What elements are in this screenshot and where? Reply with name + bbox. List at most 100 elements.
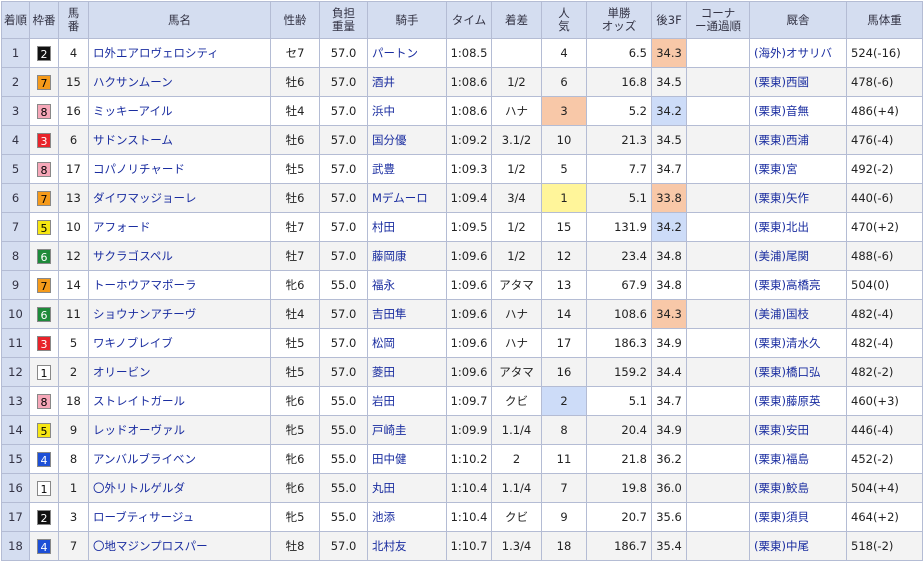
jockey-link[interactable]: 吉田隼 — [372, 307, 407, 321]
rank-cell: 12 — [1, 357, 30, 387]
trainer-cell: (栗東)清水久 — [749, 328, 847, 358]
trainer-link[interactable]: (栗東)福島 — [754, 452, 809, 466]
trainer-link[interactable]: (栗東)安田 — [754, 423, 809, 437]
trainer-link[interactable]: (栗東)北出 — [754, 220, 809, 234]
horse-name-link[interactable]: サクラゴスペル — [93, 249, 173, 263]
margin-cell — [491, 38, 542, 68]
trainer-link[interactable]: (栗東)橋口弘 — [754, 365, 820, 379]
horse-name-link[interactable]: ショウナンアチーヴ — [93, 307, 196, 321]
horse-name-link[interactable]: ローブティサージュ — [93, 510, 194, 524]
jockey-link[interactable]: 浜中 — [372, 104, 395, 118]
jockey-link[interactable]: 村田 — [372, 220, 395, 234]
rank-cell: 15 — [1, 444, 30, 474]
header-last3f: 後3F — [651, 1, 687, 39]
trainer-link[interactable]: (栗東)藤原英 — [754, 394, 820, 408]
trainer-link[interactable]: (栗東)鮫島 — [754, 481, 809, 495]
horse-name-link[interactable]: コパノリチャード — [93, 162, 185, 176]
jockey-link[interactable]: 岩田 — [372, 394, 395, 408]
header-weight: 負担 重量 — [319, 1, 368, 39]
jockey-link[interactable]: 藤岡康 — [372, 249, 407, 263]
table-header-row: 着順 枠番 馬番 馬名 性齢 負担 重量 騎手 タイム 着差 人気 単勝 オッズ 後… — [1, 1, 923, 39]
header-odds: 単勝 オッズ — [586, 1, 652, 39]
jockey-link[interactable]: 福永 — [372, 278, 395, 292]
trainer-link[interactable]: (栗東)矢作 — [754, 191, 809, 205]
trainer-link[interactable]: (栗東)清水久 — [754, 336, 820, 350]
trainer-link[interactable]: (美浦)国枝 — [754, 307, 809, 321]
jockey-link[interactable]: 国分優 — [372, 133, 407, 147]
body-weight-cell: 446(-4) — [846, 415, 923, 445]
corner-cell — [686, 38, 750, 68]
header-popularity: 人気 — [541, 1, 587, 39]
time-cell: 1:09.6 — [446, 328, 492, 358]
margin-cell: 3.1/2 — [491, 125, 542, 155]
time-cell: 1:10.2 — [446, 444, 492, 474]
trainer-link[interactable]: (栗東)須貝 — [754, 510, 809, 524]
jockey-link[interactable]: 松岡 — [372, 336, 395, 350]
jockey-link[interactable]: パートン — [372, 46, 418, 60]
odds-cell: 20.7 — [586, 502, 652, 532]
horse-name-link[interactable]: ロ外エアロヴェロシティ — [93, 46, 219, 60]
horse-name-link[interactable]: ワキノブレイブ — [93, 336, 173, 350]
sex-age-cell: 牡5 — [270, 357, 320, 387]
horse-name-cell: コパノリチャード — [88, 154, 271, 184]
horse-name-cell: 〇外リトルゲルダ — [88, 473, 271, 503]
sex-age-cell: 牝6 — [270, 386, 320, 416]
horse-name-link[interactable]: ダイワマッジョーレ — [93, 191, 197, 205]
jockey-link[interactable]: 戸崎圭 — [372, 423, 407, 437]
table-row: 4 3 6 サドンストーム 牡6 57.0 国分優 1:09.2 3.1/2 10 21.3 34.5… — [1, 125, 923, 155]
weight-cell: 57.0 — [319, 212, 368, 242]
horse-name-link[interactable]: ミッキーアイル — [93, 104, 172, 118]
horse-name-link[interactable]: ハクサンムーン — [93, 75, 173, 89]
horse-name-cell: ダイワマッジョーレ — [88, 183, 271, 213]
header-umaban: 馬番 — [58, 1, 89, 39]
trainer-link[interactable]: (栗東)西浦 — [754, 133, 809, 147]
trainer-link[interactable]: (栗東)宮 — [754, 162, 797, 176]
horse-name-cell: ワキノブレイブ — [88, 328, 271, 358]
race-result-panel: 着順 枠番 馬番 馬名 性齢 負担 重量 騎手 タイム 着差 人気 単勝 オッズ 後… — [1, 1, 923, 561]
jockey-link[interactable]: 田中健 — [372, 452, 407, 466]
umaban-cell: 17 — [58, 154, 89, 184]
jockey-link[interactable]: 武豊 — [372, 162, 395, 176]
horse-name-link[interactable]: アンバルブライベン — [93, 452, 196, 466]
umaban-cell: 4 — [58, 38, 89, 68]
jockey-cell: 浜中 — [367, 96, 447, 126]
trainer-link[interactable]: (栗東)高橋亮 — [754, 278, 820, 292]
corner-cell — [686, 183, 750, 213]
jockey-cell: 北村友 — [367, 531, 447, 561]
weight-cell: 57.0 — [319, 357, 368, 387]
horse-name-link[interactable]: オリービン — [93, 365, 151, 379]
body-weight-cell: 478(-6) — [846, 67, 923, 97]
trainer-link[interactable]: (栗東)音無 — [754, 104, 809, 118]
popularity-cell: 3 — [541, 96, 587, 126]
jockey-link[interactable]: Mデムーロ — [372, 191, 428, 205]
jockey-link[interactable]: 池添 — [372, 510, 395, 524]
trainer-link[interactable]: (海外)オサリバ — [754, 46, 832, 60]
time-cell: 1:10.7 — [446, 531, 492, 561]
horse-name-link[interactable]: 〇外リトルゲルダ — [93, 481, 185, 495]
weight-cell: 57.0 — [319, 154, 368, 184]
time-cell: 1:10.4 — [446, 473, 492, 503]
sex-age-cell: 牡4 — [270, 299, 320, 329]
trainer-link[interactable]: (栗東)西園 — [754, 75, 809, 89]
last3f-cell: 34.5 — [651, 125, 687, 155]
jockey-link[interactable]: 丸田 — [372, 481, 395, 495]
rank-cell: 17 — [1, 502, 30, 532]
weight-cell: 57.0 — [319, 299, 368, 329]
jockey-link[interactable]: 菱田 — [372, 365, 395, 379]
horse-name-link[interactable]: ストレイトガール — [93, 394, 185, 408]
header-jockey: 騎手 — [367, 1, 447, 39]
header-margin: 着差 — [491, 1, 542, 39]
body-weight-cell: 482(-2) — [846, 357, 923, 387]
waku-badge: 4 — [37, 451, 51, 467]
horse-name-cell: トーホウアマポーラ — [88, 270, 271, 300]
horse-name-link[interactable]: アフォード — [93, 220, 151, 234]
horse-name-link[interactable]: サドンストーム — [93, 133, 173, 147]
jockey-cell: 村田 — [367, 212, 447, 242]
horse-name-link[interactable]: レッドオーヴァル — [93, 423, 185, 437]
horse-name-link[interactable]: トーホウアマポーラ — [93, 278, 197, 292]
waku-badge: 7 — [37, 74, 51, 90]
waku-cell: 4 — [29, 531, 59, 561]
trainer-link[interactable]: (美浦)尾関 — [754, 249, 809, 263]
jockey-link[interactable]: 酒井 — [372, 75, 395, 89]
rank-cell: 10 — [1, 299, 30, 329]
